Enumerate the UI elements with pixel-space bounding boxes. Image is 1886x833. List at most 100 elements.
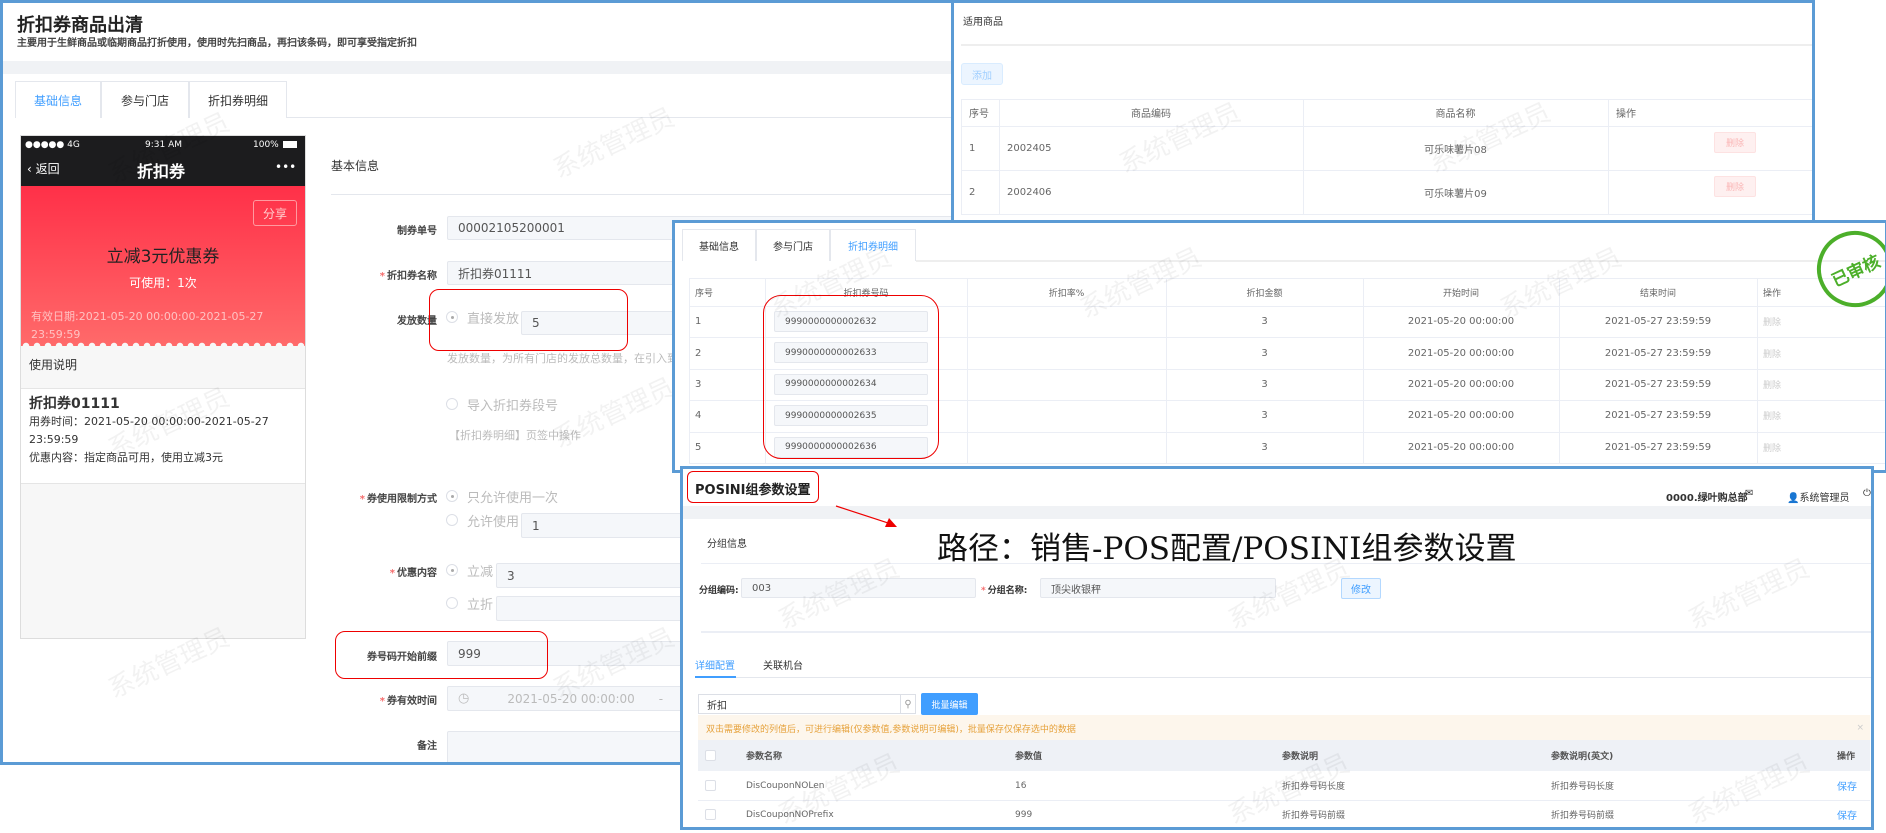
table-cell: 3 bbox=[695, 378, 702, 390]
approved-stamp-text: 已审核 bbox=[1828, 251, 1884, 292]
validity-separator: - bbox=[658, 691, 664, 706]
row-divider bbox=[698, 829, 1870, 830]
table-cell bbox=[973, 369, 1160, 400]
more-icon[interactable]: ••• bbox=[275, 160, 296, 174]
delete-button[interactable]: 删除 bbox=[1714, 132, 1756, 153]
column-divider bbox=[1363, 278, 1364, 463]
usage-details: 折扣券01111 用券时间：2021-05-20 00:00:00-2021-0… bbox=[21, 388, 305, 484]
coupon-usable: 可使用：1次 bbox=[129, 276, 197, 290]
table-cell: 2021-05-20 00:00:00 bbox=[1407, 316, 1515, 328]
table-cell: 2021-05-20 00:00:00 bbox=[1407, 347, 1515, 359]
annotation-box-prefix bbox=[335, 631, 548, 679]
table-cell: 999 bbox=[1015, 809, 1033, 820]
back-button[interactable]: ‹ 返回 bbox=[27, 160, 60, 177]
column-divider bbox=[689, 278, 690, 463]
row-divider bbox=[961, 214, 1812, 215]
column-header: 结束时间 bbox=[1639, 288, 1676, 299]
clock-icon: ◷ bbox=[458, 691, 470, 706]
coupon-name: 折扣券01111 bbox=[29, 396, 120, 412]
column-header: 序号 bbox=[969, 109, 989, 120]
coupon-card: 分享 立减3元优惠券 可使用：1次 有效日期:2021-05-20 00:00:… bbox=[21, 186, 305, 346]
table-cell: 2021-05-27 23:59:59 bbox=[1604, 378, 1712, 390]
row-checkbox[interactable] bbox=[705, 809, 716, 820]
table-cell bbox=[973, 432, 1160, 463]
table-cell: 3 bbox=[1261, 378, 1268, 390]
table-cell: 2 bbox=[695, 347, 702, 359]
limit-once-radio[interactable] bbox=[446, 490, 458, 502]
benefit-reduce-label: 立减 bbox=[467, 565, 494, 580]
benefit-discount-radio[interactable] bbox=[446, 597, 458, 609]
tab-coupon-details[interactable]: 折扣券明细 bbox=[189, 81, 287, 118]
delete-link[interactable]: 删除 bbox=[1763, 400, 1781, 431]
validity-line1: 有效日期:2021-05-20 00:00:00-2021-05-27 bbox=[31, 310, 264, 323]
column-divider bbox=[961, 99, 962, 214]
column-header: 商品名称 bbox=[1435, 109, 1476, 120]
table-cell: 3 bbox=[1261, 410, 1268, 422]
annotation-box-codes bbox=[763, 295, 939, 459]
tab-basic-info[interactable]: 基础信息 bbox=[15, 81, 101, 118]
battery-indicator: 100% bbox=[253, 140, 279, 150]
section-title: 基本信息 bbox=[331, 159, 380, 173]
table-cell: 2021-05-27 23:59:59 bbox=[1604, 410, 1712, 422]
validity-label-text: 券有效时间 bbox=[387, 696, 437, 707]
benefit-label-text: 优惠内容 bbox=[397, 568, 437, 579]
validity-start: 2021-05-20 00:00:00 bbox=[507, 691, 635, 706]
tab-stores[interactable]: 参与门店 bbox=[101, 81, 189, 118]
table-cell: DisCouponNOPrefix bbox=[746, 809, 834, 820]
column-header: 参数说明(英文) bbox=[1551, 752, 1614, 762]
delete-link[interactable]: 删除 bbox=[1763, 337, 1781, 368]
phone-nav-title: 折扣券 bbox=[137, 162, 186, 181]
qty-import-label: 导入折扣券段号 bbox=[467, 399, 559, 414]
table-cell bbox=[973, 306, 1160, 337]
qty-import-radio[interactable] bbox=[446, 398, 458, 410]
column-header: 参数说明 bbox=[1282, 752, 1319, 762]
qty-hint: 发放数量，为所有门店的发放总数量，在引入到门 bbox=[447, 352, 689, 365]
delete-link[interactable]: 删除 bbox=[1763, 432, 1781, 463]
voucher-no-label: 制券单号 bbox=[397, 226, 437, 237]
column-header: 开始时间 bbox=[1442, 288, 1479, 299]
save-link[interactable]: 保存 bbox=[1837, 800, 1857, 827]
column-header: 操作 bbox=[1837, 752, 1856, 762]
use-time-line1: 用券时间：2021-05-20 00:00:00-2021-05-27 bbox=[29, 415, 269, 428]
column-header: 操作 bbox=[1616, 109, 1636, 120]
delete-link[interactable]: 删除 bbox=[1763, 369, 1781, 400]
share-button[interactable]: 分享 bbox=[253, 200, 297, 226]
gray-band bbox=[3, 61, 955, 74]
table-cell: 1 bbox=[969, 142, 976, 154]
coupon-validity: 有效日期:2021-05-20 00:00:00-2021-05-27 23:5… bbox=[31, 308, 263, 344]
delete-link[interactable]: 删除 bbox=[1763, 306, 1781, 337]
limit-once-label: 只允许使用一次 bbox=[467, 491, 559, 506]
table-cell: 5 bbox=[695, 441, 702, 453]
phone-header: ●●●●● 4G 9:31 AM 100% ‹ 返回 折扣券 ••• bbox=[21, 136, 305, 186]
table-cell: 2002405 bbox=[1007, 142, 1052, 154]
column-header: 折扣金额 bbox=[1246, 288, 1283, 299]
table-cell: 3 bbox=[1261, 441, 1268, 453]
battery-icon bbox=[283, 141, 297, 148]
params-table: 参数名称 参数值 参数说明 参数说明(英文) 操作 DisCouponNOLen 16 折扣券… bbox=[683, 469, 1871, 830]
qty-label: 发放数量 bbox=[397, 316, 437, 327]
table-cell: 2021-05-20 00:00:00 bbox=[1407, 441, 1515, 453]
table-cell: 2021-05-20 00:00:00 bbox=[1407, 378, 1515, 390]
scallop-edge bbox=[21, 340, 305, 346]
row-divider bbox=[689, 463, 1885, 464]
limit-label: * 券使用限制方式 bbox=[359, 494, 437, 505]
select-all-checkbox[interactable] bbox=[705, 750, 716, 761]
limit-multi-radio[interactable] bbox=[446, 514, 458, 526]
benefit-reduce-radio[interactable] bbox=[446, 564, 458, 576]
save-link[interactable]: 保存 bbox=[1837, 771, 1857, 800]
row-checkbox[interactable] bbox=[705, 780, 716, 791]
table-cell: 2 bbox=[969, 186, 976, 198]
qty-hint2: 【折扣券明细】页签中操作 bbox=[449, 429, 581, 442]
table-cell: 2002406 bbox=[1007, 186, 1052, 198]
table-cell: 4 bbox=[695, 410, 702, 422]
column-divider bbox=[1757, 278, 1758, 463]
column-divider bbox=[1814, 99, 1815, 214]
column-divider bbox=[1559, 278, 1560, 463]
column-header: 折扣率% bbox=[1048, 288, 1085, 299]
delete-button[interactable]: 删除 bbox=[1714, 176, 1756, 197]
table-cell: 2021-05-20 00:00:00 bbox=[1407, 410, 1515, 422]
limit-label-text: 券使用限制方式 bbox=[367, 494, 437, 505]
benefit-text: 优惠内容：指定商品可用，使用立减3元 bbox=[29, 451, 223, 464]
section-divider bbox=[331, 194, 955, 195]
products-panel: 适用商品 添加 序号 商品编码 商品名称 操作 1 2002405 可乐味薯片08 删除 2 20… bbox=[951, 0, 1815, 226]
